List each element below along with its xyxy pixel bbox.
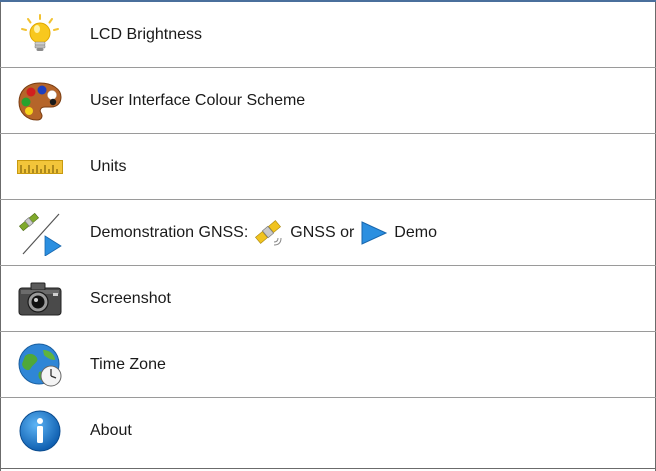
menu-item-demonstration-gnss[interactable]: Demonstration GNSS: GNSS or Demo (0, 200, 656, 266)
demo-option-label: Demo (394, 223, 437, 241)
menu-item-label: About (90, 422, 132, 439)
globe-clock-icon (16, 341, 64, 389)
lightbulb-icon (16, 11, 64, 59)
menu-item-lcd-brightness[interactable]: LCD Brightness (0, 2, 656, 68)
menu-item-label: Screenshot (90, 289, 171, 307)
info-icon (16, 407, 64, 455)
satellite-icon (254, 218, 284, 248)
menu-item-screenshot[interactable]: Screenshot (0, 266, 656, 332)
settings-menu-list: LCD Brightness User Interface Colour Sch… (0, 2, 656, 464)
menu-item-units[interactable]: Units (0, 134, 656, 200)
menu-item-label: Units (90, 157, 127, 175)
play-arrow-icon (360, 220, 388, 245)
menu-item-about[interactable]: About (0, 398, 656, 464)
settings-menu-frame: LCD Brightness User Interface Colour Sch… (0, 0, 656, 471)
camera-icon (16, 275, 64, 323)
menu-item-label: Time Zone (90, 355, 166, 373)
menu-item-label: Demonstration GNSS: (90, 223, 249, 241)
menu-item-time-zone[interactable]: Time Zone (0, 332, 656, 398)
palette-icon (16, 77, 64, 125)
gnss-option-label: GNSS or (290, 223, 355, 241)
satellite-demo-icon (16, 209, 64, 257)
menu-item-label: User Interface Colour Scheme (90, 91, 306, 109)
menu-item-colour-scheme[interactable]: User Interface Colour Scheme (0, 68, 656, 134)
menu-item-label-group: Demonstration GNSS: GNSS or Demo (90, 218, 437, 248)
menu-item-label: LCD Brightness (90, 25, 203, 43)
ruler-icon (16, 143, 64, 191)
frame-bottom-border (0, 468, 656, 469)
